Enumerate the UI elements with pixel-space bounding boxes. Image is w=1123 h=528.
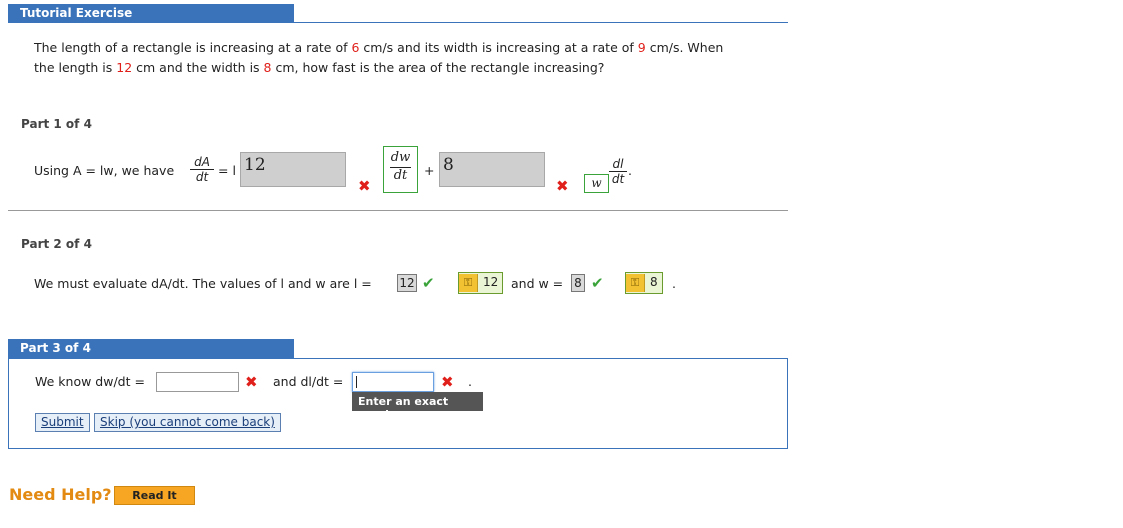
width-rate-value: 9 bbox=[637, 40, 646, 55]
input-tooltip: Enter an exact number. bbox=[352, 392, 483, 421]
dl-dt-fraction: dl dt bbox=[609, 157, 627, 186]
skip-button[interactable]: Skip (you cannot come back) bbox=[94, 413, 281, 432]
dA-dt-fraction: dA dt bbox=[190, 155, 214, 184]
key-icon: ⚿ bbox=[459, 274, 478, 292]
dl-dt-input[interactable] bbox=[352, 372, 434, 392]
part3-header: Part 3 of 4 bbox=[8, 339, 294, 358]
l-key-answer: ⚿ 12 bbox=[458, 272, 503, 294]
incorrect-icon: ✖ bbox=[556, 177, 569, 195]
dw-dt-input[interactable] bbox=[156, 372, 239, 392]
answer-box-1: 12 bbox=[240, 152, 346, 187]
problem-statement: The length of a rectangle is increasing … bbox=[34, 40, 724, 75]
submit-button[interactable]: Submit bbox=[35, 413, 90, 432]
need-help-label: Need Help? bbox=[9, 485, 112, 504]
width-value: 8 bbox=[263, 60, 272, 75]
correct-check-icon: ✔ bbox=[591, 274, 604, 292]
tutorial-exercise-header: Tutorial Exercise bbox=[8, 4, 294, 23]
l-value-box: 12 bbox=[397, 274, 417, 292]
incorrect-icon: ✖ bbox=[358, 177, 371, 195]
part2-label: Part 2 of 4 bbox=[21, 237, 92, 251]
incorrect-icon: ✖ bbox=[245, 373, 258, 391]
dw-dt-answer-box: dw dt bbox=[383, 146, 418, 193]
part2-period: . bbox=[672, 276, 676, 291]
part1-intro: Using A = lw, we have bbox=[34, 163, 175, 178]
know-dw-dt-label: We know dw/dt = bbox=[35, 374, 145, 389]
key-icon: ⚿ bbox=[626, 274, 645, 292]
read-it-button[interactable]: Read It bbox=[114, 486, 195, 505]
part1-label: Part 1 of 4 bbox=[21, 117, 92, 131]
correct-check-icon: ✔ bbox=[422, 274, 435, 292]
w-answer-box: w bbox=[584, 174, 609, 193]
equals-l: = l bbox=[218, 163, 236, 178]
answer-box-2: 8 bbox=[439, 152, 545, 187]
and-w-label: and w = bbox=[511, 276, 564, 291]
header-divider bbox=[8, 22, 788, 23]
part2-text: We must evaluate dA/dt. The values of l … bbox=[34, 276, 372, 291]
part3-period: . bbox=[468, 374, 472, 389]
part1-period: . bbox=[628, 163, 632, 178]
text-cursor bbox=[356, 376, 357, 388]
part1-divider bbox=[8, 210, 788, 211]
w-value-box: 8 bbox=[571, 274, 585, 292]
w-key-answer: ⚿ 8 bbox=[625, 272, 663, 294]
and-dl-dt-label: and dl/dt = bbox=[273, 374, 344, 389]
plus-sign: + bbox=[424, 163, 435, 178]
length-value: 12 bbox=[116, 60, 133, 75]
incorrect-icon: ✖ bbox=[441, 373, 454, 391]
